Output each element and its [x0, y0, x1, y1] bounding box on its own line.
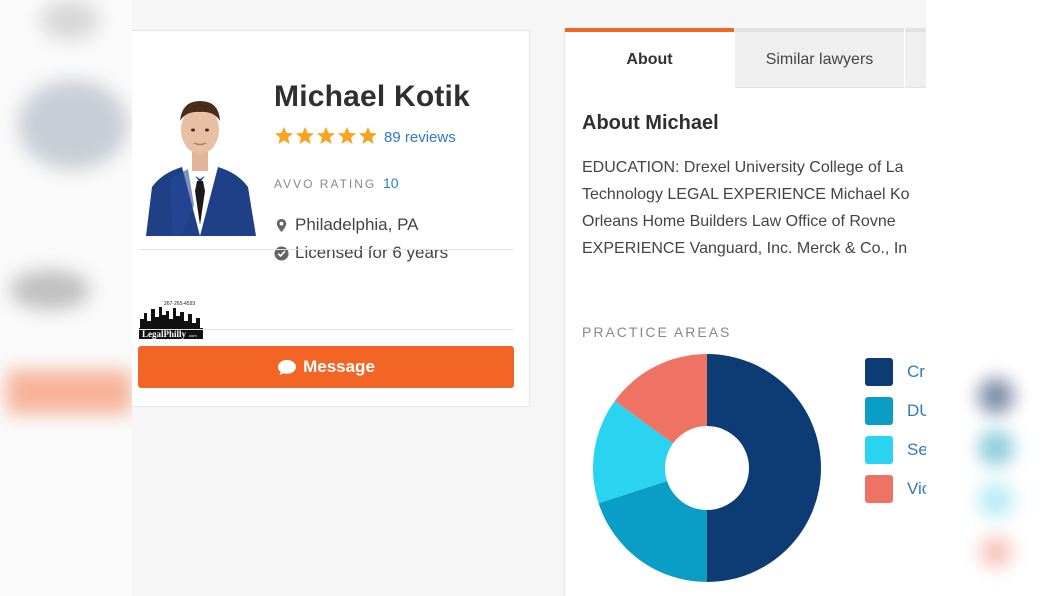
blurred-backdrop-left	[0, 0, 132, 596]
lawyer-profile-page: Michael Kotik 89 reviews AVVO RATING 10 …	[132, 0, 926, 596]
map-pin-icon	[276, 218, 287, 232]
message-button[interactable]: Message	[138, 346, 514, 388]
donut-slice-cri[interactable]	[707, 354, 821, 582]
star-rating	[274, 126, 378, 148]
legend-label[interactable]: Cri	[907, 362, 926, 382]
star-icon	[296, 127, 314, 144]
profile-card: Michael Kotik 89 reviews AVVO RATING 10 …	[132, 30, 530, 407]
svg-text:LegalPhilly: LegalPhilly	[142, 329, 187, 339]
legend-label[interactable]: Vic	[907, 479, 926, 499]
about-text: EDUCATION: Drexel University College of …	[582, 159, 910, 257]
legend-label[interactable]: DU	[907, 401, 926, 421]
legend-item[interactable]: Vic	[865, 475, 926, 503]
tab-bar: About Similar lawyers	[565, 28, 926, 88]
legend-item[interactable]: Cri	[865, 358, 926, 386]
lawyer-name: Michael Kotik	[274, 80, 470, 113]
legend-swatch	[865, 397, 893, 425]
checkmark-circle-icon	[274, 245, 289, 261]
licensed-text: Licensed for 6 years	[295, 243, 449, 262]
avvo-rating-label: AVVO RATING	[274, 177, 377, 191]
legend-item[interactable]: Se	[865, 436, 926, 464]
legend-swatch	[865, 436, 893, 464]
star-icon	[275, 127, 293, 144]
legalphilly-logo[interactable]: 267-265-4593 LegalPhilly .com	[138, 299, 206, 341]
legend-swatch	[865, 475, 893, 503]
chat-bubble-icon	[278, 359, 297, 375]
divider	[138, 329, 514, 330]
divider	[138, 249, 514, 250]
location-row: Philadelphia, PA	[274, 215, 419, 235]
practice-areas-donut-chart	[593, 354, 821, 582]
reviews-link[interactable]: 89 reviews	[384, 129, 456, 146]
licensed-row: Licensed for 6 years	[274, 243, 448, 263]
star-icon	[338, 127, 356, 144]
avvo-rating-value[interactable]: 10	[383, 175, 399, 191]
tab-similar-lawyers[interactable]: Similar lawyers	[735, 28, 904, 88]
legend-swatch	[865, 358, 893, 386]
tab-overflow[interactable]	[905, 28, 926, 88]
legend-label[interactable]: Se	[907, 440, 926, 460]
practice-areas-title: PRACTICE AREAS	[582, 324, 732, 340]
lawyer-portrait-photo[interactable]	[142, 75, 258, 236]
svg-text:.com: .com	[188, 333, 197, 338]
star-icon	[359, 127, 377, 144]
svg-text:267-265-4593: 267-265-4593	[164, 301, 195, 307]
star-icon	[317, 127, 335, 144]
details-panel: About Similar lawyers About Michael EDUC…	[564, 28, 926, 596]
tab-about[interactable]: About	[565, 28, 734, 88]
about-title: About Michael	[582, 112, 719, 134]
message-button-label: Message	[303, 357, 375, 376]
location-text: Philadelphia, PA	[295, 215, 419, 234]
blurred-backdrop-right	[926, 0, 1060, 596]
legend-item[interactable]: DU	[865, 397, 926, 425]
